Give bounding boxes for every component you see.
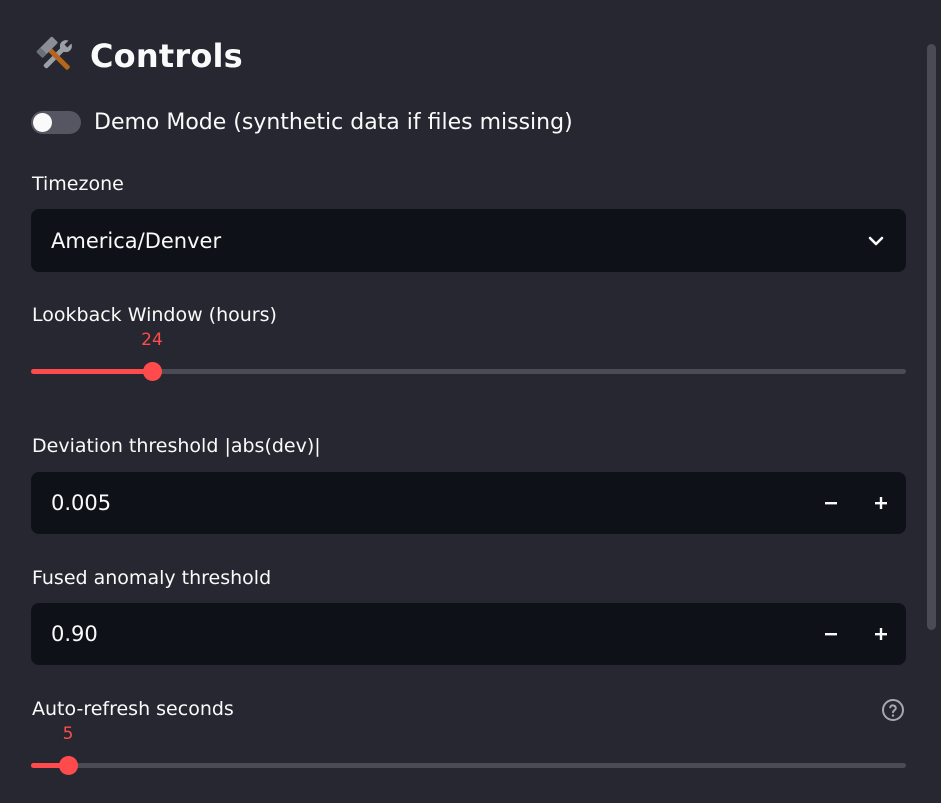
- slider-fill: [31, 369, 152, 374]
- slider-value-label: 24: [141, 330, 163, 350]
- toggle-knob: [33, 112, 52, 132]
- plus-icon: [875, 628, 887, 640]
- fused-number-input: 0.90: [31, 603, 906, 665]
- chevron-down-icon[interactable]: [866, 231, 886, 251]
- fused-decrement-button[interactable]: [806, 603, 856, 665]
- sidebar-panel: Controls Demo Mode (synthetic data if fi…: [0, 0, 941, 803]
- controls-header: Controls: [34, 30, 243, 82]
- timezone-selected-value: America/Denver: [51, 228, 222, 253]
- slider-thumb[interactable]: [143, 362, 162, 381]
- lookback-slider[interactable]: 24: [31, 330, 906, 386]
- deviation-input[interactable]: 0.005: [31, 491, 806, 515]
- minus-icon: [825, 502, 837, 505]
- demo-mode-label: Demo Mode (synthetic data if files missi…: [94, 109, 573, 135]
- deviation-increment-button[interactable]: [856, 472, 906, 534]
- question-circle-icon[interactable]: [881, 698, 905, 722]
- slider-track[interactable]: [31, 369, 906, 374]
- fused-input[interactable]: 0.90: [31, 622, 806, 646]
- deviation-decrement-button[interactable]: [806, 472, 856, 534]
- hammer-wrench-icon: [36, 36, 73, 70]
- fused-increment-button[interactable]: [856, 603, 906, 665]
- autorefresh-label: Auto-refresh seconds: [32, 698, 234, 720]
- page-title: Controls: [90, 37, 243, 75]
- lookback-label: Lookback Window (hours): [32, 304, 277, 326]
- fused-label: Fused anomaly threshold: [32, 567, 272, 589]
- vertical-scrollbar[interactable]: [927, 44, 936, 630]
- slider-track[interactable]: [31, 763, 906, 768]
- minus-icon: [825, 633, 837, 636]
- slider-value-label: 5: [62, 724, 74, 744]
- timezone-label: Timezone: [32, 173, 124, 195]
- demo-mode-toggle[interactable]: [31, 110, 81, 134]
- plus-icon: [875, 497, 887, 509]
- deviation-number-input: 0.005: [31, 472, 906, 534]
- deviation-label: Deviation threshold |abs(dev)|: [32, 435, 321, 457]
- demo-mode-toggle-row: Demo Mode (synthetic data if files missi…: [31, 105, 573, 139]
- autorefresh-slider[interactable]: 5: [31, 724, 906, 780]
- slider-thumb[interactable]: [59, 756, 78, 775]
- timezone-select[interactable]: America/Denver: [31, 209, 906, 272]
